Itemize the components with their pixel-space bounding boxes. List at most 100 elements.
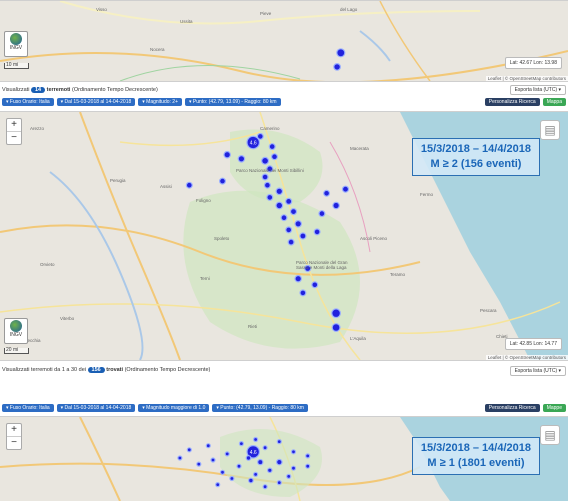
- earthquake-marker[interactable]: [313, 228, 321, 236]
- filter-point-radius[interactable]: ▾ Punto: (42.79, 13.09) - Raggio: 80 km: [212, 404, 308, 412]
- earthquake-marker[interactable]: [287, 238, 295, 246]
- magnitude-label: 4.6: [250, 141, 257, 147]
- earthquake-marker[interactable]: [333, 63, 342, 71]
- place-label: Fermo: [420, 192, 434, 197]
- earthquake-marker[interactable]: [236, 463, 242, 469]
- earthquake-marker[interactable]: [253, 436, 259, 443]
- earthquake-marker[interactable]: [289, 207, 298, 216]
- layers-icon[interactable]: ▤: [540, 425, 560, 445]
- earthquake-marker[interactable]: [223, 150, 232, 159]
- earthquake-marker[interactable]: [262, 484, 268, 490]
- earthquake-marker[interactable]: [271, 153, 279, 161]
- zoom-control-3: + −: [6, 423, 22, 450]
- earthquake-marker[interactable]: [323, 189, 331, 197]
- maps-button[interactable]: Mappe: [542, 404, 566, 412]
- earthquake-marker[interactable]: [311, 281, 319, 289]
- earthquake-marker[interactable]: [224, 451, 230, 457]
- earthquake-marker[interactable]: [276, 479, 282, 486]
- map-panel-3[interactable]: 4.6 + − ▤ 15/3/2018 – 14/4/2018 M ≥ 1 (1…: [0, 416, 568, 501]
- earthquake-marker[interactable]: [275, 458, 283, 466]
- place-label: Ussita: [180, 19, 193, 24]
- earthquake-marker[interactable]: [305, 463, 311, 469]
- zoom-out-button[interactable]: −: [7, 436, 21, 449]
- earthquake-marker[interactable]: [261, 173, 269, 181]
- earthquake-marker[interactable]: [261, 156, 270, 165]
- earthquake-marker[interactable]: [215, 481, 221, 488]
- earthquake-marker[interactable]: [196, 461, 202, 467]
- filter-date-range[interactable]: ▾ Dal 15-03-2018 al 14-04-2018: [56, 98, 136, 106]
- map-attribution[interactable]: Leaflet | © OpenStreetMap contributors: [485, 76, 568, 81]
- filter-magnitude[interactable]: ▾ Magnitudo maggiore di 1.0: [138, 404, 210, 412]
- earthquake-marker[interactable]: [257, 458, 264, 466]
- earthquake-marker[interactable]: [266, 467, 273, 474]
- coordinate-readout: Lat: 42.67 Lon: 13.98: [504, 57, 562, 69]
- earthquake-marker[interactable]: [237, 154, 246, 163]
- earthquake-marker[interactable]: [247, 477, 254, 484]
- map-annotation-2: 15/3/2018 – 14/4/2018 M ≥ 2 (156 eventi): [411, 138, 540, 176]
- map-panel-1[interactable]: Visso Ussita Pieve Nocera del Lago INGV …: [0, 0, 568, 82]
- earthquake-marker[interactable]: [275, 201, 284, 210]
- earthquake-marker[interactable]: [219, 177, 227, 185]
- earthquake-marker[interactable]: [276, 439, 282, 445]
- earthquake-marker[interactable]: [331, 308, 342, 319]
- earthquake-marker[interactable]: [268, 143, 276, 151]
- earthquake-marker[interactable]: [285, 197, 293, 206]
- earthquake-marker[interactable]: [245, 455, 252, 461]
- earthquake-marker[interactable]: [262, 445, 268, 451]
- earthquake-marker[interactable]: [238, 441, 244, 447]
- export-list-dropdown[interactable]: Esporta lista (UTC) ▾: [509, 85, 566, 95]
- map-scale: 20 mi: [4, 348, 29, 354]
- place-label: Teramo: [390, 272, 406, 277]
- zoom-out-button[interactable]: −: [7, 131, 21, 144]
- map-attribution[interactable]: Leaflet | © OpenStreetMap contributors: [485, 355, 568, 360]
- earthquake-marker[interactable]: [186, 447, 192, 453]
- earthquake-marker[interactable]: [286, 473, 292, 480]
- place-label: Viterbo: [60, 316, 75, 321]
- place-label: Macerata: [350, 146, 369, 151]
- zoom-in-button[interactable]: +: [7, 424, 21, 436]
- map-scale: 10 mi: [4, 63, 29, 69]
- filter-date-range[interactable]: ▾ Dal 15-03-2018 al 14-04-2018: [56, 404, 136, 412]
- filter-magnitude[interactable]: ▾ Magnitudo: 2+: [138, 98, 182, 106]
- earthquake-marker[interactable]: [219, 469, 226, 475]
- filter-bar-1: ▾ Fuso Orario: Italia ▾ Dal 15-03-2018 a…: [2, 98, 281, 106]
- earthquake-marker[interactable]: [332, 201, 340, 210]
- earthquake-marker[interactable]: [185, 181, 193, 189]
- action-buttons-2: Personalizza Ricerca Mappe: [484, 404, 566, 412]
- earthquake-marker[interactable]: [299, 232, 307, 240]
- personalize-search-button[interactable]: Personalizza Ricerca: [484, 98, 540, 106]
- earthquake-marker[interactable]: [256, 132, 264, 140]
- maps-button[interactable]: Mappa: [542, 98, 566, 106]
- earthquake-marker[interactable]: [305, 453, 311, 459]
- export-list-dropdown[interactable]: Esporta lista (UTC) ▾: [509, 366, 566, 376]
- earthquake-marker[interactable]: [275, 187, 284, 196]
- earthquake-marker[interactable]: [290, 449, 297, 455]
- earthquake-marker[interactable]: [205, 443, 211, 449]
- place-label: Assisi: [160, 184, 172, 189]
- map-annotation-3: 15/3/2018 – 14/4/2018 M ≥ 1 (1801 eventi…: [411, 437, 540, 475]
- filter-timezone[interactable]: ▾ Fuso Orario: Italia: [2, 98, 54, 106]
- earthquake-marker[interactable]: [341, 185, 350, 193]
- earthquake-marker[interactable]: [253, 471, 259, 478]
- earthquake-marker[interactable]: [294, 220, 303, 228]
- earthquake-marker[interactable]: [177, 455, 183, 461]
- earthquake-marker[interactable]: [280, 214, 288, 222]
- map-panel-2[interactable]: 4.6 Camerino Perugia Assisi Foligno Spol…: [0, 111, 568, 361]
- earthquake-marker[interactable]: [266, 193, 274, 201]
- earthquake-marker[interactable]: [229, 475, 235, 482]
- earthquake-marker[interactable]: [210, 457, 216, 463]
- earthquake-marker[interactable]: [285, 226, 293, 234]
- earthquake-marker[interactable]: [336, 48, 346, 58]
- layers-icon[interactable]: ▤: [540, 120, 560, 140]
- earthquake-marker[interactable]: [263, 181, 271, 189]
- filter-timezone[interactable]: ▾ Fuso Orario: Italia: [2, 404, 54, 412]
- filter-point-radius[interactable]: ▾ Punto: (42.79, 13.09) - Raggio: 80 km: [185, 98, 281, 106]
- earthquake-marker[interactable]: [290, 465, 297, 471]
- earthquake-marker[interactable]: [331, 323, 341, 333]
- earthquake-marker[interactable]: [318, 210, 326, 218]
- earthquake-marker[interactable]: [299, 289, 307, 297]
- earthquake-marker[interactable]: [294, 274, 303, 283]
- zoom-in-button[interactable]: +: [7, 119, 21, 131]
- personalize-search-button[interactable]: Personalizza Ricerca: [484, 404, 540, 412]
- place-label: L'Aquila: [350, 336, 366, 341]
